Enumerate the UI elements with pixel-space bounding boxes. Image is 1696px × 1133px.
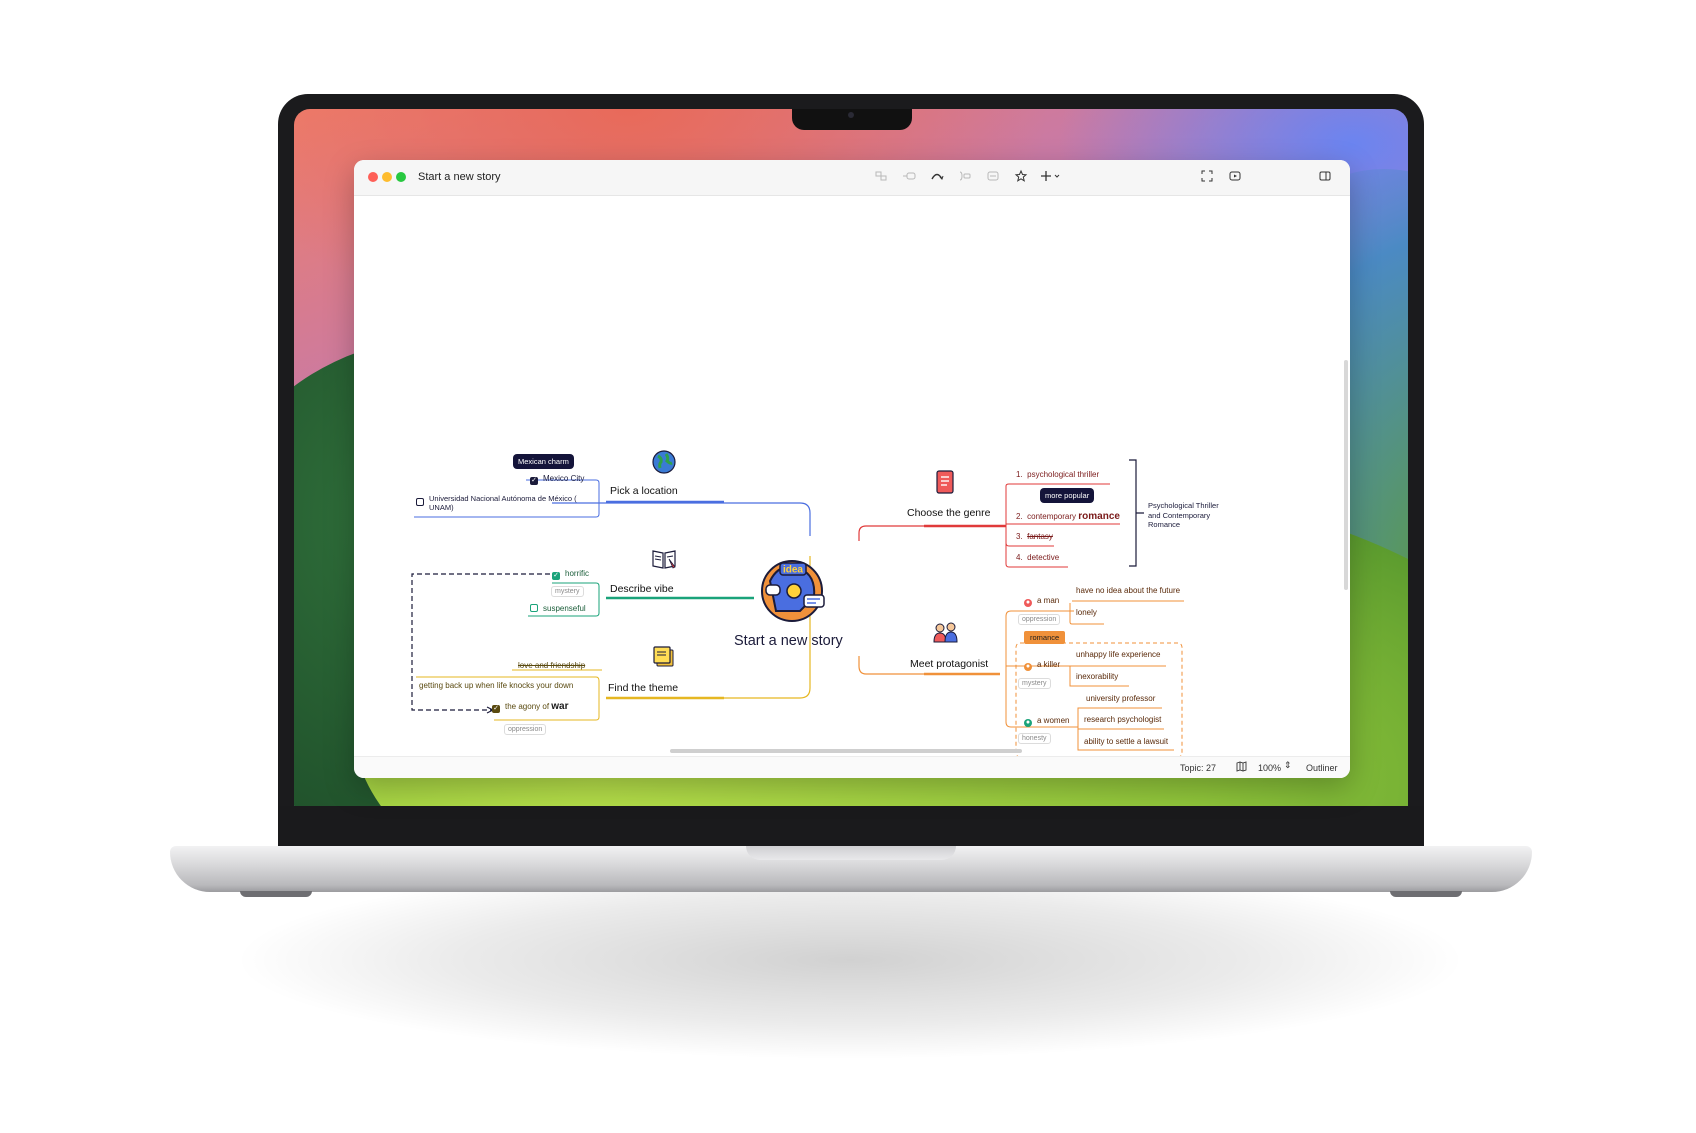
unchecked-checkbox-icon[interactable] [416, 498, 424, 506]
node-agony-of-war[interactable]: ✓ the agony of war [492, 701, 569, 713]
topic-pick-location[interactable]: Pick a location [610, 485, 678, 497]
label-honesty: honesty [1018, 733, 1051, 744]
node-contemporary-romance[interactable]: 2. contemporary romance [1016, 511, 1120, 522]
mind-map-canvas[interactable]: idea Start a new story Pick a location M… [354, 196, 1350, 758]
topic-icon[interactable] [900, 169, 918, 187]
tooltip-more-popular: more popular [1040, 488, 1095, 503]
svg-text:idea: idea [783, 565, 803, 576]
horizontal-scrollbar[interactable] [670, 749, 1022, 753]
node-horrific[interactable]: ✓ horrific [552, 569, 589, 580]
node-research-psychologist[interactable]: research psychologist [1084, 715, 1161, 724]
bottom-bezel [278, 806, 1424, 846]
topic-find-theme[interactable]: Find the theme [608, 682, 678, 694]
node-a-killer[interactable]: ● a killer [1024, 660, 1060, 671]
central-idea-icon: idea [756, 553, 828, 625]
topic-meet-protagonist[interactable]: Meet protagonist [910, 658, 988, 670]
topic-describe-vibe[interactable]: Describe vibe [610, 583, 674, 595]
title-bar: Start a new story [354, 160, 1350, 196]
app-window: Start a new story idea Start a new story… [354, 160, 1350, 778]
node-detective[interactable]: 4. detective [1016, 553, 1059, 562]
boundary-icon[interactable] [956, 169, 974, 187]
people-icon [932, 622, 960, 644]
zoom-level[interactable]: 100% [1258, 763, 1281, 773]
open-book-icon [651, 547, 677, 571]
node-suspenseful[interactable]: suspenseful [530, 604, 586, 613]
camera-icon [848, 112, 854, 118]
person-icon: ● [1024, 599, 1032, 607]
node-no-idea-future[interactable]: have no idea about the future [1076, 586, 1180, 595]
node-psychological-thriller[interactable]: 1. psychological thriller [1016, 470, 1099, 479]
zoom-button[interactable] [396, 172, 406, 182]
label-oppression: oppression [504, 724, 547, 735]
summary-genre[interactable]: Psychological Thriller and Contemporary … [1148, 501, 1232, 530]
node-unhappy-life[interactable]: unhappy life experience [1076, 650, 1161, 659]
node-university-professor[interactable]: university professor [1086, 694, 1155, 703]
vertical-scrollbar[interactable] [1344, 360, 1348, 590]
topic-choose-genre[interactable]: Choose the genre [907, 507, 990, 519]
red-notebook-icon [934, 470, 956, 494]
subtopic-icon[interactable] [872, 169, 890, 187]
minimize-button[interactable] [382, 172, 392, 182]
connector-lines [411, 459, 1184, 758]
plus-icon[interactable] [1038, 169, 1064, 187]
checked-checkbox-icon[interactable]: ✓ [552, 572, 560, 580]
globe-icon [652, 450, 676, 474]
tooltip-mexican-charm: Mexican charm [513, 454, 574, 469]
label-mystery: mystery [1018, 678, 1051, 689]
node-love-friendship[interactable]: love and friendship [518, 661, 585, 670]
node-inexorability[interactable]: inexorability [1076, 672, 1118, 681]
label-mystery: mystery [551, 586, 584, 597]
topic-count: Topic: 27 [1180, 763, 1217, 773]
zoom-stepper-icon[interactable]: ⇕ [1284, 760, 1292, 771]
checked-checkbox-icon[interactable]: ✓ [530, 477, 538, 485]
node-a-man[interactable]: ● a man [1024, 596, 1059, 607]
sidebar-panel-icon[interactable] [1316, 169, 1334, 187]
status-bar: Topic: 27 100% ⇕ Outliner [354, 756, 1350, 778]
laptop-foot [1390, 891, 1462, 897]
sticky-note-icon [653, 646, 675, 668]
person-icon: ● [1024, 719, 1032, 727]
unchecked-checkbox-icon[interactable] [530, 604, 538, 612]
node-lonely[interactable]: lonely [1076, 608, 1097, 617]
central-topic[interactable]: Start a new story [734, 633, 843, 649]
label-oppression: oppression [1018, 614, 1061, 625]
fullscreen-icon[interactable] [1198, 169, 1216, 187]
map-icon[interactable] [1236, 761, 1247, 774]
node-fantasy[interactable]: 3. fantasy [1016, 532, 1053, 541]
node-mexico-city[interactable]: ✓ Mexico City [530, 474, 584, 485]
relationship-icon[interactable] [928, 169, 946, 187]
node-a-women[interactable]: ● a women [1024, 716, 1069, 727]
window-title: Start a new story [418, 171, 501, 183]
summary-icon[interactable] [984, 169, 1002, 187]
outliner-button[interactable]: Outliner [1306, 763, 1338, 773]
node-getting-back-up[interactable]: getting back up when life knocks your do… [419, 681, 573, 690]
trackpad-notch [746, 846, 956, 860]
close-button[interactable] [368, 172, 378, 182]
star-icon[interactable] [1012, 169, 1030, 187]
node-settle-lawsuit[interactable]: ability to settle a lawsuit [1084, 737, 1168, 746]
label-romance: romance [1024, 631, 1066, 644]
person-icon: ● [1024, 663, 1032, 671]
checked-checkbox-icon[interactable]: ✓ [492, 705, 500, 713]
presentation-icon[interactable] [1226, 169, 1244, 187]
laptop-foot [240, 891, 312, 897]
node-unam[interactable]: Universidad Nacional Autónoma de México … [416, 494, 600, 512]
